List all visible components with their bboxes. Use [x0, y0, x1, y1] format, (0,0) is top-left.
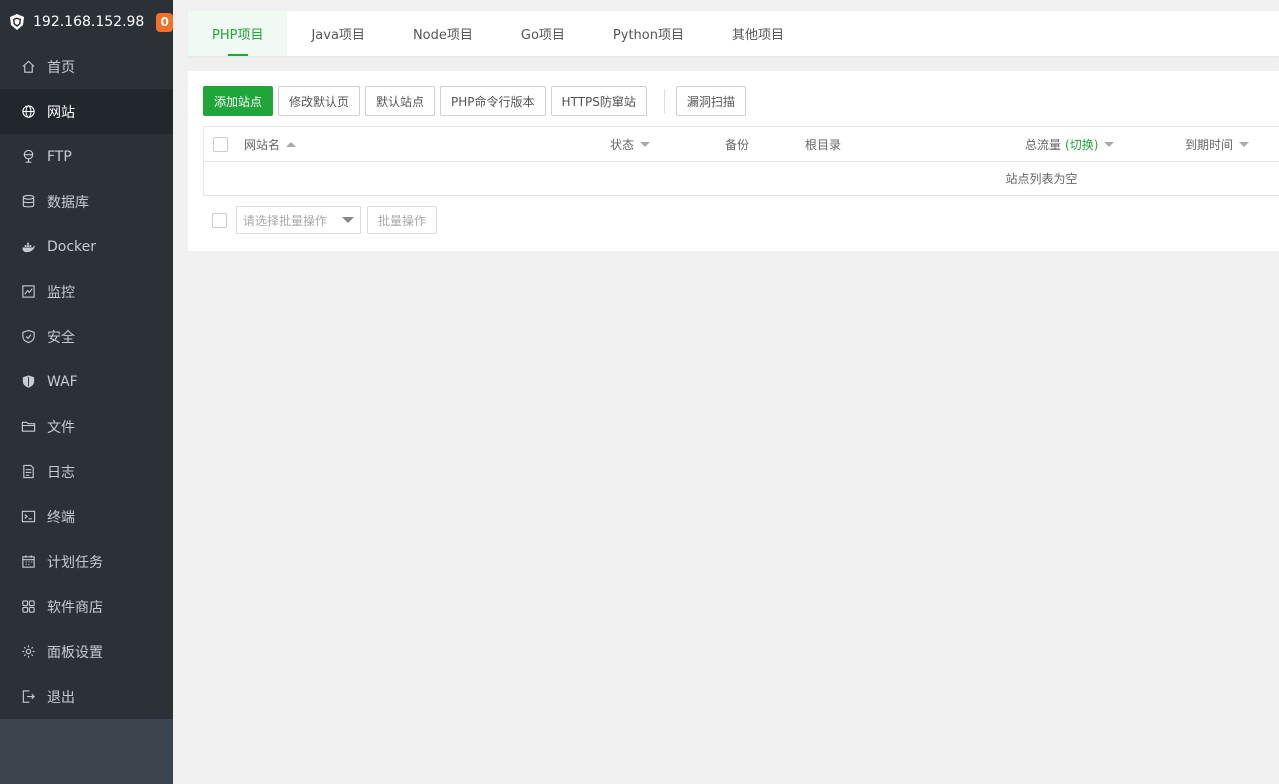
col-traffic[interactable]: 总流量 (切换) — [1025, 136, 1115, 153]
sidebar-item-logout[interactable]: 退出 — [0, 674, 173, 719]
sidebar-item-home[interactable]: 首页 — [0, 44, 173, 89]
sidebar-item-label: 面板设置 — [47, 644, 103, 661]
tab-3[interactable]: Go项目 — [497, 11, 589, 56]
select-all-checkbox[interactable] — [213, 136, 228, 152]
home-icon — [20, 59, 36, 75]
sort-desc-icon — [640, 141, 651, 147]
col-root-dir: 根目录 — [805, 137, 842, 152]
col-site-name[interactable]: 网站名 — [244, 136, 297, 153]
php-cli-version-button[interactable]: PHP命令行版本 — [440, 86, 546, 116]
tab-1[interactable]: Java项目 — [287, 11, 388, 56]
sidebar-item-label: 网站 — [47, 104, 75, 121]
sidebar-item-label: FTP — [47, 148, 72, 165]
monitor-icon — [20, 284, 36, 300]
batch-action-button[interactable]: 批量操作 — [367, 206, 438, 234]
sidebar-item-grid[interactable]: 软件商店 — [0, 584, 173, 629]
sidebar-item-label: 文件 — [47, 419, 75, 436]
notification-badge[interactable]: 0 — [156, 12, 173, 32]
sidebar-item-log[interactable]: 日志 — [0, 449, 173, 494]
sidebar-item-label: 数据库 — [47, 194, 89, 211]
database-icon — [20, 194, 36, 210]
empty-message: 站点列表为空 — [1005, 172, 1078, 186]
docker-icon — [20, 239, 36, 255]
site-table: 网站名 状态 备份 根目录 总流量 (切换) 到期时间 站点列表为空 — [203, 126, 1279, 196]
toolbar: 添加站点 修改默认页 默认站点 PHP命令行版本 HTTPS防窜站 漏洞扫描 — [203, 86, 751, 116]
sidebar-nav: 首页网站 FTP 数据库 Docker 监控安全 WAF 文件日志终端计划任务软件商店面板设… — [0, 44, 173, 719]
sidebar-item-globe[interactable]: 网站 — [0, 89, 173, 134]
batch-action-select[interactable]: 请选择批量操作 — [236, 206, 361, 234]
site-panel: 添加站点 修改默认页 默认站点 PHP命令行版本 HTTPS防窜站 漏洞扫描 网… — [188, 71, 1279, 251]
globe-icon — [20, 104, 36, 120]
sidebar-item-terminal[interactable]: 终端 — [0, 494, 173, 539]
sidebar-item-label: Docker — [47, 238, 97, 255]
batch-bar: 请选择批量操作 批量操作 — [212, 206, 442, 234]
col-status[interactable]: 状态 — [610, 136, 651, 153]
edit-default-page-button[interactable]: 修改默认页 — [278, 86, 361, 116]
sidebar-item-ftp[interactable]: FTP — [0, 134, 173, 179]
sidebar-item-folder[interactable]: 文件 — [0, 404, 173, 449]
waf-icon — [20, 374, 36, 390]
sidebar-item-shield[interactable]: 安全 — [0, 314, 173, 359]
sort-desc-icon — [1104, 141, 1115, 147]
sidebar-item-calendar[interactable]: 计划任务 — [0, 539, 173, 584]
traffic-switch-link[interactable]: (切换) — [1065, 136, 1098, 153]
https-guard-button[interactable]: HTTPS防窜站 — [550, 86, 647, 116]
sidebar-item-label: 终端 — [47, 509, 75, 526]
sidebar-item-database[interactable]: 数据库 — [0, 179, 173, 224]
tab-0[interactable]: PHP项目 — [188, 11, 288, 56]
sidebar-item-monitor[interactable]: 监控 — [0, 269, 173, 314]
sidebar-item-label: 日志 — [47, 464, 75, 481]
gear-icon — [20, 644, 36, 660]
toolbar-divider — [663, 89, 665, 113]
log-icon — [20, 464, 36, 480]
sidebar: 192.168.152.98 0 首页网站 FTP 数据库 Docker 监控安全 WAF… — [0, 0, 173, 784]
sidebar-item-label: 监控 — [47, 284, 75, 301]
sidebar-item-docker[interactable]: Docker — [0, 224, 173, 269]
table-header: 网站名 状态 备份 根目录 总流量 (切换) 到期时间 — [204, 127, 1279, 162]
tab-4[interactable]: Python项目 — [589, 11, 708, 56]
sidebar-item-gear[interactable]: 面板设置 — [0, 629, 173, 674]
grid-icon — [20, 599, 36, 615]
sidebar-item-label: 退出 — [47, 689, 75, 706]
ftp-icon — [20, 149, 36, 165]
batch-select-checkbox[interactable] — [212, 212, 227, 228]
sidebar-item-label: 计划任务 — [47, 554, 103, 571]
logo-icon — [8, 13, 26, 31]
vuln-scan-button[interactable]: 漏洞扫描 — [675, 86, 746, 116]
chevron-down-icon — [342, 217, 354, 223]
sidebar-header: 192.168.152.98 0 — [0, 0, 173, 44]
tab-2[interactable]: Node项目 — [389, 11, 497, 56]
sidebar-item-label: 软件商店 — [47, 599, 103, 616]
calendar-icon — [20, 554, 36, 570]
sort-desc-icon — [1239, 141, 1250, 147]
folder-icon — [20, 419, 36, 435]
add-site-button[interactable]: 添加站点 — [203, 86, 274, 116]
tab-5[interactable]: 其他项目 — [708, 11, 808, 56]
default-site-button[interactable]: 默认站点 — [365, 86, 436, 116]
sidebar-item-label: WAF — [47, 373, 78, 390]
sidebar-item-waf[interactable]: WAF — [0, 359, 173, 404]
terminal-icon — [20, 509, 36, 525]
sidebar-item-label: 安全 — [47, 329, 75, 346]
server-ip: 192.168.152.98 — [33, 14, 145, 30]
col-backup: 备份 — [725, 137, 750, 152]
sort-asc-icon — [286, 141, 297, 147]
col-expire[interactable]: 到期时间 — [1185, 136, 1250, 153]
project-tabs: PHP项目 Java项目 Node项目 Go项目 Python项目 其他项目 — [188, 11, 1279, 56]
shield-icon — [20, 329, 36, 345]
logout-icon — [20, 689, 36, 705]
sidebar-item-label: 首页 — [47, 59, 75, 76]
